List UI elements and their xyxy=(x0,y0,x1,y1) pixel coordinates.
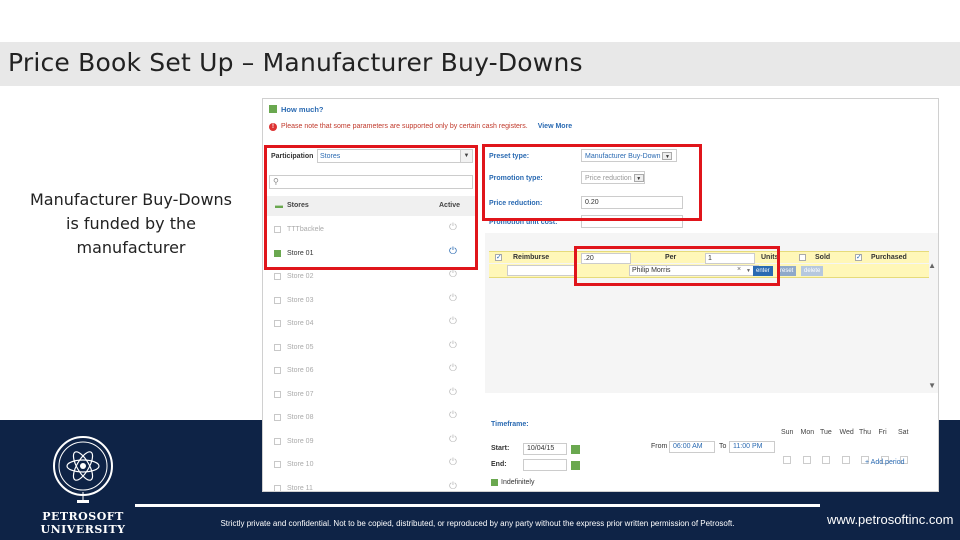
sold-label: Sold xyxy=(815,254,831,261)
weekday-checkbox[interactable] xyxy=(822,456,830,464)
store-checkbox[interactable] xyxy=(274,461,281,468)
scroll-up-icon[interactable]: ▲ xyxy=(928,261,936,270)
indefinitely-label: Indefinitely xyxy=(501,479,535,486)
power-icon[interactable]: ⏻ xyxy=(449,270,457,280)
reimburse-note-input[interactable] xyxy=(507,265,577,276)
power-icon[interactable]: ⏻ xyxy=(449,411,457,421)
weekday-label: Tue xyxy=(820,429,832,436)
alert-icon: ! xyxy=(269,123,277,131)
slide-title: Price Book Set Up – Manufacturer Buy-Dow… xyxy=(8,48,583,77)
to-label: To xyxy=(719,443,727,450)
store-checkbox[interactable] xyxy=(274,273,281,280)
store-name: Store 08 xyxy=(287,414,314,421)
weekday-label: Thu xyxy=(859,429,872,436)
cash-register-notice: ! Please note that some parameters are su… xyxy=(269,123,572,131)
store-row[interactable]: Store 11 ⏻ xyxy=(267,478,475,492)
store-name: Store 10 xyxy=(287,461,314,468)
store-row[interactable]: Store 09 ⏻ xyxy=(267,431,475,455)
indefinitely-checkbox[interactable] xyxy=(491,479,498,486)
atom-seal-icon xyxy=(53,436,113,503)
weekday-checkbox[interactable] xyxy=(783,456,791,464)
weekday-label: Fri xyxy=(878,429,887,436)
footer-divider xyxy=(135,504,820,507)
store-row[interactable]: Store 05 ⏻ xyxy=(267,337,475,361)
store-checkbox[interactable] xyxy=(274,296,281,304)
store-checkbox[interactable] xyxy=(274,437,281,445)
start-label: Start: xyxy=(491,445,510,452)
highlight-participation xyxy=(264,145,478,270)
store-name: Store 11 xyxy=(287,484,313,492)
store-name: Store 07 xyxy=(287,390,314,398)
weekday-label: Sun xyxy=(781,429,794,436)
store-checkbox[interactable] xyxy=(274,390,281,398)
calendar-icon[interactable] xyxy=(571,445,580,454)
delete-button[interactable]: delete xyxy=(801,266,824,276)
weekday-label: Mon xyxy=(800,429,815,436)
power-icon[interactable]: ⏻ xyxy=(449,364,457,374)
store-row[interactable]: Store 06 ⏻ xyxy=(267,360,475,384)
from-label: From xyxy=(651,443,668,450)
store-row[interactable]: Store 07 ⏻ xyxy=(267,384,475,408)
store-row[interactable]: Store 08 ⏻ xyxy=(267,407,475,431)
highlight-preset-type xyxy=(482,144,702,221)
help-icon xyxy=(269,105,277,113)
timeframe-section: Timeframe: Start: 10/04/15 End: From 06:… xyxy=(485,417,938,491)
power-icon[interactable]: ⏻ xyxy=(449,434,457,445)
footer-url[interactable]: www.petrosoftinc.com xyxy=(827,511,960,528)
store-name: Store 09 xyxy=(287,437,314,445)
scroll-down-icon[interactable]: ▼ xyxy=(928,381,936,390)
sold-checkbox[interactable] xyxy=(799,254,806,261)
weekday-label: Wed xyxy=(839,429,854,436)
view-more-link[interactable]: View More xyxy=(538,123,573,130)
power-icon[interactable]: ⏻ xyxy=(449,481,457,491)
weekday-checkbox[interactable] xyxy=(802,456,811,464)
store-name: Store 03 xyxy=(287,296,314,304)
store-row[interactable]: Store 03 ⏻ xyxy=(267,290,475,314)
add-period-link[interactable]: + Add period xyxy=(865,459,905,466)
slide-title-bar: Price Book Set Up – Manufacturer Buy-Dow… xyxy=(0,42,960,86)
weekday-label: Sat xyxy=(898,429,909,436)
notice-text: Please note that some parameters are sup… xyxy=(281,123,528,130)
store-checkbox[interactable] xyxy=(274,414,281,421)
highlight-reimburse xyxy=(574,246,780,286)
slide-caption: Manufacturer Buy-Downs is funded by the … xyxy=(29,190,233,257)
how-much-heading: How much? xyxy=(269,105,324,114)
logo-text-university: UNIVERSITY xyxy=(40,523,126,536)
power-icon[interactable]: ⏻ xyxy=(449,387,457,398)
purchased-label: Purchased xyxy=(871,254,907,261)
power-icon[interactable]: ⏻ xyxy=(449,317,457,327)
from-time-input[interactable]: 06:00 AM xyxy=(669,441,715,453)
store-checkbox[interactable] xyxy=(274,343,281,351)
store-checkbox[interactable] xyxy=(274,484,281,491)
reimburse-label: Reimburse xyxy=(513,254,550,261)
logo-text-petrosoft: PETROSOFT xyxy=(42,510,124,523)
reimburse-checkbox[interactable]: ✓ xyxy=(495,254,502,261)
timeframe-label: Timeframe: xyxy=(491,421,529,428)
store-name: Store 05 xyxy=(287,343,314,351)
end-date-input[interactable] xyxy=(523,459,567,471)
calendar-icon[interactable] xyxy=(571,461,580,470)
store-name: Store 06 xyxy=(287,367,314,374)
start-date-input[interactable]: 10/04/15 xyxy=(523,443,567,455)
petrosoft-university-logo: PETROSOFT UNIVERSITY xyxy=(38,430,128,538)
to-time-input[interactable]: 11:00 PM xyxy=(729,441,775,453)
power-icon[interactable]: ⏻ xyxy=(449,293,457,304)
end-label: End: xyxy=(491,461,507,468)
footer-legal-text: Strictly private and confidential. Not t… xyxy=(220,519,735,528)
store-name: Store 04 xyxy=(287,320,314,327)
weekday-checkbox[interactable] xyxy=(841,456,850,464)
how-much-label: How much? xyxy=(281,105,324,114)
power-icon[interactable]: ⏻ xyxy=(449,458,457,468)
store-checkbox[interactable] xyxy=(274,320,281,327)
purchased-checkbox[interactable]: ✓ xyxy=(855,254,862,261)
store-checkbox[interactable] xyxy=(274,367,281,374)
store-row[interactable]: Store 04 ⏻ xyxy=(267,313,475,337)
power-icon[interactable]: ⏻ xyxy=(449,340,457,351)
store-name: Store 02 xyxy=(287,273,314,280)
store-row[interactable]: Store 10 ⏻ xyxy=(267,454,475,478)
